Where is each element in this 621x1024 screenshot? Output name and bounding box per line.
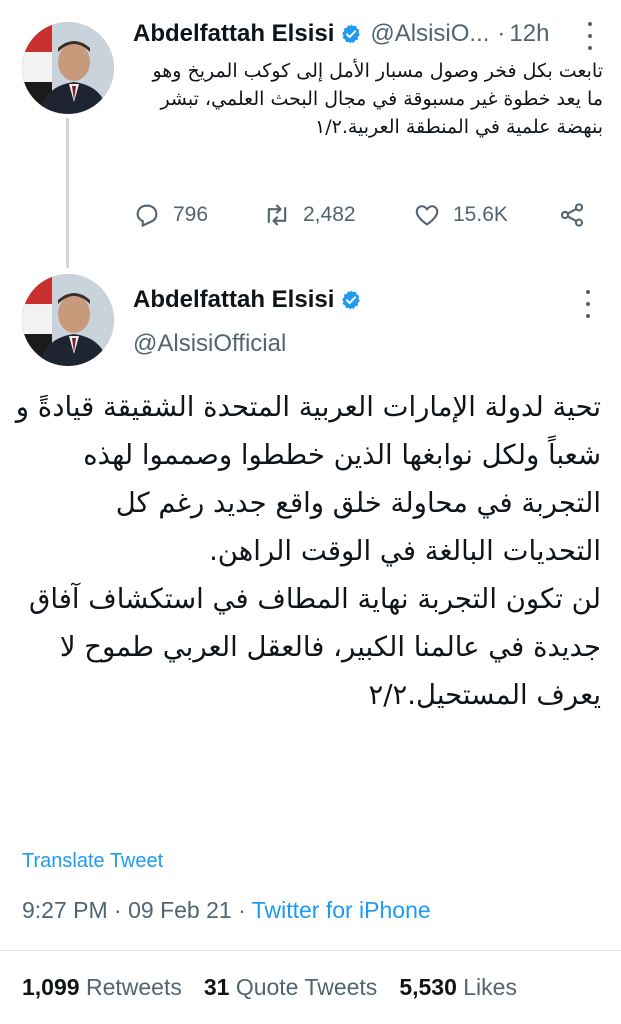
likes-stat[interactable]: 5,530 Likes	[399, 974, 517, 1001]
like-icon	[415, 205, 439, 226]
retweet-button[interactable]: 2,482	[263, 201, 413, 229]
avatar[interactable]	[22, 22, 114, 114]
main-tweet-text: تحية لدولة الإمارات العربية المتحدة الشق…	[11, 383, 601, 719]
tweet-paragraph: لن تكون التجربة نهاية المطاف في استكشاف …	[28, 583, 601, 711]
separator-dot: ·	[497, 20, 506, 47]
quote-tweets-count: 31	[203, 974, 230, 1000]
handle-row: @AlsisiOfficial	[133, 330, 286, 358]
author-name[interactable]: Abdelfattah Elsisi	[133, 20, 334, 48]
like-button[interactable]: 15.6K	[413, 201, 558, 229]
likes-label: Likes	[463, 974, 517, 1000]
retweet-icon	[267, 204, 287, 226]
author-row: Abdelfattah Elsisi	[133, 286, 362, 314]
retweets-stat[interactable]: 1,099 Retweets	[22, 974, 182, 1001]
author-handle[interactable]: @AlsisiO...	[370, 20, 489, 48]
tweet-time[interactable]: 12h	[509, 20, 549, 48]
more-options-icon[interactable]	[583, 290, 593, 318]
tweet-timestamp[interactable]: 9:27 PM · 09 Feb 21 ·	[22, 897, 252, 923]
tweet-source-link[interactable]: Twitter for iPhone	[252, 897, 431, 923]
divider	[0, 950, 621, 951]
previous-tweet[interactable]: Abdelfattah Elsisi @AlsisiO... · 12h تاب…	[0, 0, 621, 268]
avatar-portrait-icon	[22, 22, 114, 114]
like-count: 15.6K	[453, 203, 508, 226]
retweets-count: 1,099	[22, 974, 80, 1000]
author-name[interactable]: Abdelfattah Elsisi	[133, 286, 334, 314]
reply-button[interactable]: 796	[133, 201, 263, 229]
tweet-actions: 796 2,482 15.6K	[133, 201, 586, 229]
quote-tweets-stat[interactable]: 31 Quote Tweets	[204, 974, 377, 1001]
share-button[interactable]	[558, 201, 586, 229]
retweet-count: 2,482	[303, 203, 356, 226]
retweets-label: Retweets	[85, 974, 182, 1000]
author-row: Abdelfattah Elsisi @AlsisiO... · 12h	[133, 20, 549, 48]
verified-badge-icon	[342, 24, 361, 44]
thread-connector-line	[66, 118, 69, 268]
share-icon	[560, 203, 584, 227]
quote-tweets-label: Quote Tweets	[235, 974, 378, 1000]
reply-icon	[136, 204, 158, 228]
verified-badge-icon	[342, 290, 361, 310]
tweet-text: تابعت بكل فخر وصول مسبار الأمل إلى كوكب …	[152, 60, 603, 138]
author-handle[interactable]: @AlsisiOfficial	[133, 330, 286, 358]
avatar[interactable]	[22, 274, 114, 366]
more-options-icon[interactable]	[585, 22, 595, 50]
likes-count: 5,530	[399, 974, 457, 1000]
tweet-paragraph: تحية لدولة الإمارات العربية المتحدة الشق…	[15, 391, 601, 567]
tweet-metadata: 9:27 PM · 09 Feb 21 · Twitter for iPhone	[22, 897, 431, 924]
reply-count: 796	[173, 203, 209, 226]
engagement-stats: 1,099 Retweets 31 Quote Tweets 5,530 Lik…	[22, 974, 517, 1001]
avatar-portrait-icon	[22, 274, 114, 366]
translate-tweet-link[interactable]: Translate Tweet	[22, 850, 163, 873]
